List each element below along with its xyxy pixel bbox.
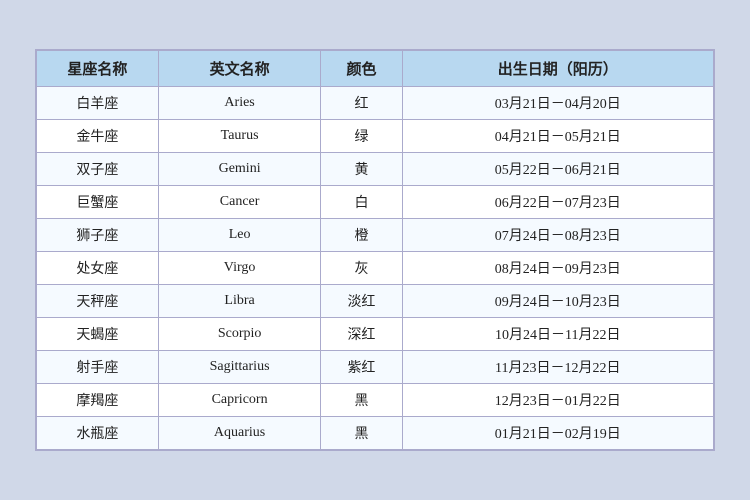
cell-color: 深红 <box>321 318 402 351</box>
cell-color: 白 <box>321 186 402 219</box>
table-row: 摩羯座Capricorn黑12月23日－01月22日 <box>37 384 714 417</box>
cell-zh: 水瓶座 <box>37 417 159 450</box>
table-row: 处女座Virgo灰08月24日－09月23日 <box>37 252 714 285</box>
cell-zh: 摩羯座 <box>37 384 159 417</box>
cell-zh: 射手座 <box>37 351 159 384</box>
cell-en: Scorpio <box>158 318 320 351</box>
cell-date: 10月24日－11月22日 <box>402 318 713 351</box>
cell-color: 黑 <box>321 384 402 417</box>
table-row: 天秤座Libra淡红09月24日－10月23日 <box>37 285 714 318</box>
cell-en: Aries <box>158 87 320 120</box>
cell-en: Leo <box>158 219 320 252</box>
cell-date: 03月21日－04月20日 <box>402 87 713 120</box>
cell-date: 08月24日－09月23日 <box>402 252 713 285</box>
zodiac-table: 星座名称 英文名称 颜色 出生日期（阳历） 白羊座Aries红03月21日－04… <box>36 50 714 450</box>
header-zh: 星座名称 <box>37 51 159 87</box>
cell-color: 灰 <box>321 252 402 285</box>
cell-zh: 金牛座 <box>37 120 159 153</box>
cell-color: 淡红 <box>321 285 402 318</box>
table-row: 狮子座Leo橙07月24日－08月23日 <box>37 219 714 252</box>
cell-date: 07月24日－08月23日 <box>402 219 713 252</box>
header-color: 颜色 <box>321 51 402 87</box>
cell-date: 12月23日－01月22日 <box>402 384 713 417</box>
cell-en: Capricorn <box>158 384 320 417</box>
cell-en: Sagittarius <box>158 351 320 384</box>
cell-zh: 双子座 <box>37 153 159 186</box>
cell-zh: 处女座 <box>37 252 159 285</box>
table-row: 白羊座Aries红03月21日－04月20日 <box>37 87 714 120</box>
cell-color: 黑 <box>321 417 402 450</box>
table-row: 天蝎座Scorpio深红10月24日－11月22日 <box>37 318 714 351</box>
table-row: 金牛座Taurus绿04月21日－05月21日 <box>37 120 714 153</box>
table-header-row: 星座名称 英文名称 颜色 出生日期（阳历） <box>37 51 714 87</box>
cell-en: Virgo <box>158 252 320 285</box>
cell-date: 11月23日－12月22日 <box>402 351 713 384</box>
cell-color: 紫红 <box>321 351 402 384</box>
cell-color: 黄 <box>321 153 402 186</box>
cell-en: Gemini <box>158 153 320 186</box>
cell-date: 01月21日－02月19日 <box>402 417 713 450</box>
cell-zh: 狮子座 <box>37 219 159 252</box>
cell-date: 05月22日－06月21日 <box>402 153 713 186</box>
cell-zh: 天秤座 <box>37 285 159 318</box>
cell-en: Taurus <box>158 120 320 153</box>
cell-zh: 巨蟹座 <box>37 186 159 219</box>
table-row: 射手座Sagittarius紫红11月23日－12月22日 <box>37 351 714 384</box>
cell-color: 橙 <box>321 219 402 252</box>
cell-en: Libra <box>158 285 320 318</box>
cell-en: Cancer <box>158 186 320 219</box>
cell-date: 06月22日－07月23日 <box>402 186 713 219</box>
header-date: 出生日期（阳历） <box>402 51 713 87</box>
table-body: 白羊座Aries红03月21日－04月20日金牛座Taurus绿04月21日－0… <box>37 87 714 450</box>
cell-color: 绿 <box>321 120 402 153</box>
cell-date: 04月21日－05月21日 <box>402 120 713 153</box>
table-row: 巨蟹座Cancer白06月22日－07月23日 <box>37 186 714 219</box>
cell-zh: 白羊座 <box>37 87 159 120</box>
table-row: 双子座Gemini黄05月22日－06月21日 <box>37 153 714 186</box>
header-en: 英文名称 <box>158 51 320 87</box>
zodiac-table-container: 星座名称 英文名称 颜色 出生日期（阳历） 白羊座Aries红03月21日－04… <box>35 49 715 451</box>
cell-color: 红 <box>321 87 402 120</box>
cell-zh: 天蝎座 <box>37 318 159 351</box>
table-row: 水瓶座Aquarius黑01月21日－02月19日 <box>37 417 714 450</box>
cell-date: 09月24日－10月23日 <box>402 285 713 318</box>
cell-en: Aquarius <box>158 417 320 450</box>
